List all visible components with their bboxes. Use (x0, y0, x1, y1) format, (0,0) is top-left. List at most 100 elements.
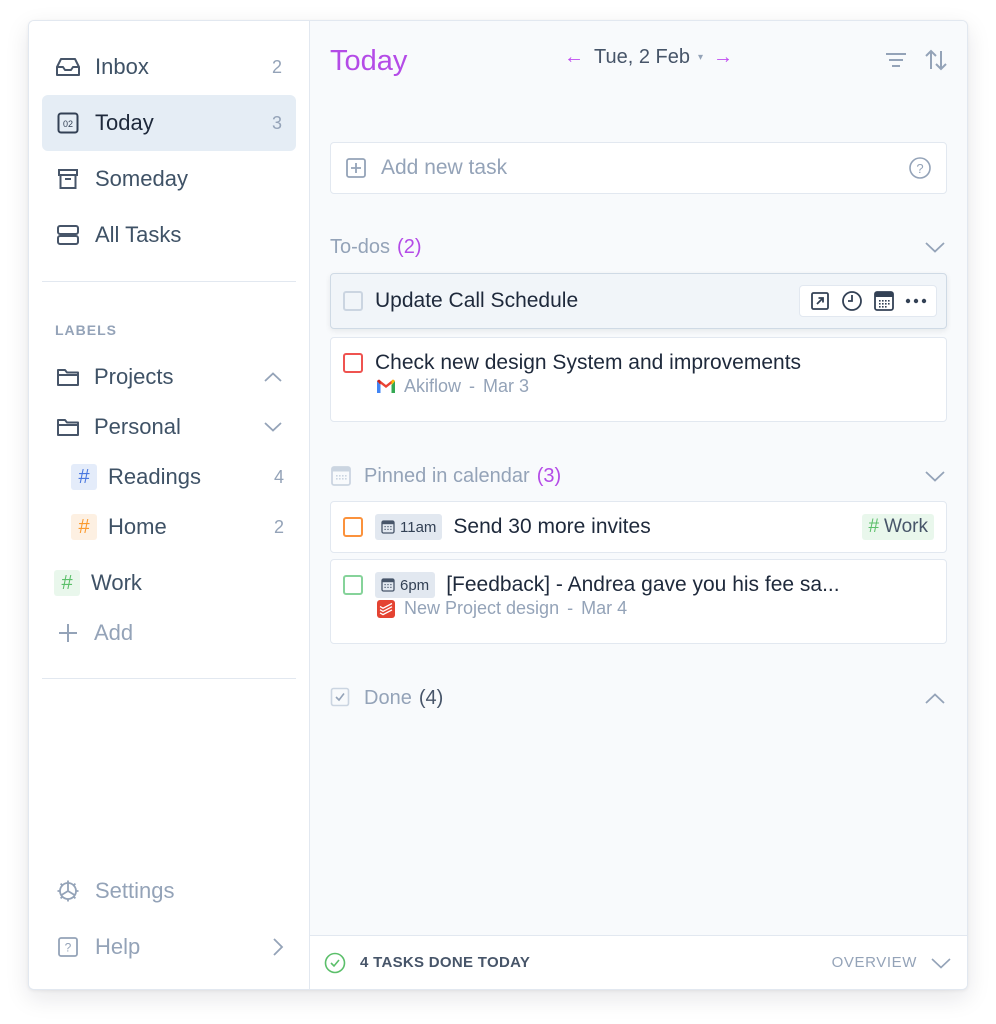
task-time: 6pm (400, 576, 430, 594)
chevron-down-icon[interactable] (262, 416, 284, 438)
inbox-icon (54, 53, 82, 81)
folder-icon (54, 363, 82, 391)
calendar-icon[interactable] (868, 287, 900, 315)
sidebar-label-work[interactable]: # Work (29, 558, 309, 608)
more-icon[interactable] (900, 287, 932, 315)
filter-icon[interactable] (883, 47, 909, 73)
task-date: Mar 4 (581, 598, 628, 618)
sidebar-item-today[interactable]: 02 Today 3 (42, 95, 296, 151)
time-chip: 6pm (375, 572, 436, 598)
chevron-down-icon[interactable] (923, 235, 947, 259)
sort-icon[interactable] (923, 47, 949, 73)
meta-separator: - (469, 376, 476, 396)
label-count: 4 (273, 466, 284, 487)
todoist-icon (376, 599, 396, 619)
sidebar-label-home[interactable]: # Home 2 (29, 502, 309, 552)
section-count: (3) (536, 464, 562, 487)
settings-button[interactable]: Settings (42, 863, 296, 919)
sidebar-item-label: Inbox (95, 54, 149, 79)
chevron-down-icon[interactable] (923, 464, 947, 488)
sidebar: Inbox 2 02 Today 3 Someday All Tasks LAB… (29, 21, 310, 989)
hash-icon: # (868, 516, 880, 537)
sidebar-label-readings[interactable]: # Readings 4 (29, 452, 309, 502)
task-item[interactable]: Update Call Schedule (330, 273, 947, 329)
sidebar-item-label: Someday (95, 166, 188, 191)
sidebar-item-inbox[interactable]: Inbox 2 (42, 39, 296, 95)
add-task-input[interactable] (381, 156, 908, 180)
prev-day-button[interactable]: ← (564, 46, 584, 69)
label-name: Projects (94, 364, 174, 389)
task-item[interactable]: 11am Send 30 more invites # Work (330, 501, 947, 553)
task-actions (799, 285, 937, 317)
section-title: Done (364, 686, 412, 709)
sidebar-item-all-tasks[interactable]: All Tasks (42, 207, 296, 263)
current-date[interactable]: Tue, 2 Feb (594, 46, 690, 69)
next-day-button[interactable]: → (713, 46, 733, 69)
add-label-text: Add (94, 620, 134, 645)
label-name: Personal (94, 414, 181, 439)
add-square-icon (345, 157, 367, 179)
sidebar-item-label: All Tasks (95, 222, 182, 247)
task-checkbox[interactable] (343, 353, 363, 373)
settings-label: Settings (95, 878, 175, 903)
today-count: 3 (271, 112, 282, 133)
chevron-up-icon[interactable] (262, 366, 284, 388)
chevron-up-icon[interactable] (923, 686, 947, 710)
help-button[interactable]: ? Help (42, 919, 296, 975)
section-title: Pinned in calendar (364, 464, 530, 487)
sidebar-item-someday[interactable]: Someday (42, 151, 296, 207)
task-source: New Project design (404, 598, 560, 618)
task-checkbox[interactable] (343, 291, 363, 311)
overview-label: OVERVIEW (831, 954, 917, 971)
task-title: Update Call Schedule (375, 289, 579, 312)
svg-text:?: ? (916, 161, 923, 176)
header-tools (883, 47, 949, 73)
section-title: To-dos (330, 235, 391, 258)
calendar-day-icon: 02 (54, 109, 82, 137)
section-header-pinned: Pinned in calendar (3) (330, 461, 947, 491)
task-checkbox[interactable] (343, 517, 363, 537)
gmail-icon (376, 377, 396, 397)
help-circle-icon[interactable]: ? (908, 156, 932, 180)
section-header-done[interactable]: Done (4) (330, 683, 947, 713)
calendar-icon (381, 520, 395, 534)
section-header-todos: To-dos (2) (330, 232, 947, 262)
section-count: (4) (418, 686, 444, 709)
task-checkbox[interactable] (343, 575, 363, 595)
svg-text:?: ? (65, 941, 72, 955)
sidebar-label-projects[interactable]: Projects (29, 352, 309, 402)
hash-icon: # (71, 464, 97, 490)
main-panel: Today ← Tue, 2 Feb ▾ → ? (310, 21, 967, 989)
page-title: Today (330, 44, 408, 77)
sidebar-label-personal[interactable]: Personal (29, 402, 309, 452)
status-footer: 4 TASKS DONE TODAY OVERVIEW (310, 935, 967, 989)
calendar-icon (381, 578, 395, 592)
overview-toggle[interactable]: OVERVIEW (832, 952, 953, 974)
task-item[interactable]: Check new design System and improvements… (330, 337, 947, 422)
clock-icon[interactable] (836, 287, 868, 315)
calendar-icon (330, 465, 352, 487)
plus-icon (54, 619, 82, 647)
checkbox-checked-icon (330, 687, 352, 709)
archive-box-icon (54, 165, 82, 193)
app-window: Inbox 2 02 Today 3 Someday All Tasks LAB… (28, 20, 968, 990)
open-external-icon[interactable] (804, 287, 836, 315)
tag-label: Work (884, 516, 928, 537)
label-count: 2 (273, 516, 284, 537)
chevron-right-icon (272, 937, 284, 957)
date-navigator: ← Tue, 2 Feb ▾ → (564, 46, 733, 69)
label-name: Home (108, 514, 167, 539)
tag-chip-work[interactable]: # Work (862, 514, 934, 540)
help-icon: ? (54, 933, 82, 961)
task-meta: New Project design - Mar 4 (343, 598, 934, 619)
add-label-button[interactable]: Add (29, 608, 309, 658)
hash-icon: # (71, 514, 97, 540)
sidebar-nav: Inbox 2 02 Today 3 Someday All Tasks (29, 21, 309, 263)
add-task-bar[interactable]: ? (330, 142, 947, 194)
label-name: Work (91, 570, 142, 595)
date-dropdown-icon[interactable]: ▾ (698, 52, 703, 63)
help-label: Help (95, 934, 141, 959)
task-item[interactable]: 6pm [Feedback] - Andrea gave you his fee… (330, 559, 947, 644)
section-count: (2) (397, 235, 422, 258)
task-time: 11am (400, 518, 437, 536)
